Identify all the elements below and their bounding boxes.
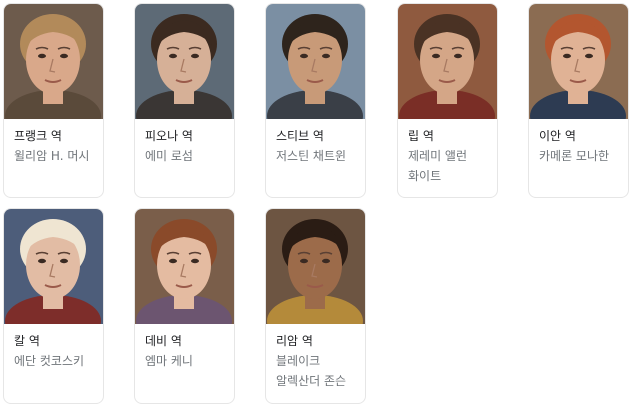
actor-name: 엠마 케니: [145, 354, 193, 368]
actor-name: 블레이크 알렉산더 존슨: [276, 354, 347, 388]
role-name: 데비 역: [145, 334, 182, 348]
role-name: 스티브 역: [276, 129, 324, 143]
ian-photo: [529, 4, 628, 119]
fiona-photo: [135, 4, 234, 119]
debbie-photo: [135, 209, 234, 324]
frank-photo: [4, 4, 103, 119]
role-name: 프랭크 역: [14, 129, 62, 143]
actor-name: 윌리암 H. 머시: [14, 149, 90, 163]
cast-card[interactable]: 스티브 역저스틴 채트윈: [265, 3, 366, 198]
actor-name: 카메론 모나한: [539, 149, 610, 163]
cast-card[interactable]: 피오나 역에미 로섬: [134, 3, 235, 198]
role-name: 칼 역: [14, 334, 40, 348]
role-name: 립 역: [408, 129, 434, 143]
cast-card[interactable]: 프랭크 역윌리암 H. 머시: [3, 3, 104, 198]
lip-photo: [398, 4, 497, 119]
cast-card[interactable]: 데비 역엠마 케니: [134, 208, 235, 404]
cast-card[interactable]: 립 역제레미 앨런 화이트: [397, 3, 498, 198]
actor-name: 에미 로섬: [145, 149, 193, 163]
cast-card[interactable]: 리암 역블레이크 알렉산더 존슨: [265, 208, 366, 404]
cast-grid: 프랭크 역윌리암 H. 머시 피오나 역에미 로섬 스티브 역저스틴 채트윈: [0, 0, 638, 407]
role-name: 이안 역: [539, 129, 576, 143]
carl-photo: [4, 209, 103, 324]
actor-name: 제레미 앨런 화이트: [408, 149, 468, 183]
actor-name: 에단 컷코스키: [14, 354, 85, 368]
cast-card[interactable]: 칼 역에단 컷코스키: [3, 208, 104, 404]
cast-card[interactable]: 이안 역카메론 모나한: [528, 3, 629, 198]
actor-name: 저스틴 채트윈: [276, 149, 347, 163]
role-name: 피오나 역: [145, 129, 193, 143]
liam-photo: [266, 209, 365, 324]
role-name: 리암 역: [276, 334, 313, 348]
steve-photo: [266, 4, 365, 119]
